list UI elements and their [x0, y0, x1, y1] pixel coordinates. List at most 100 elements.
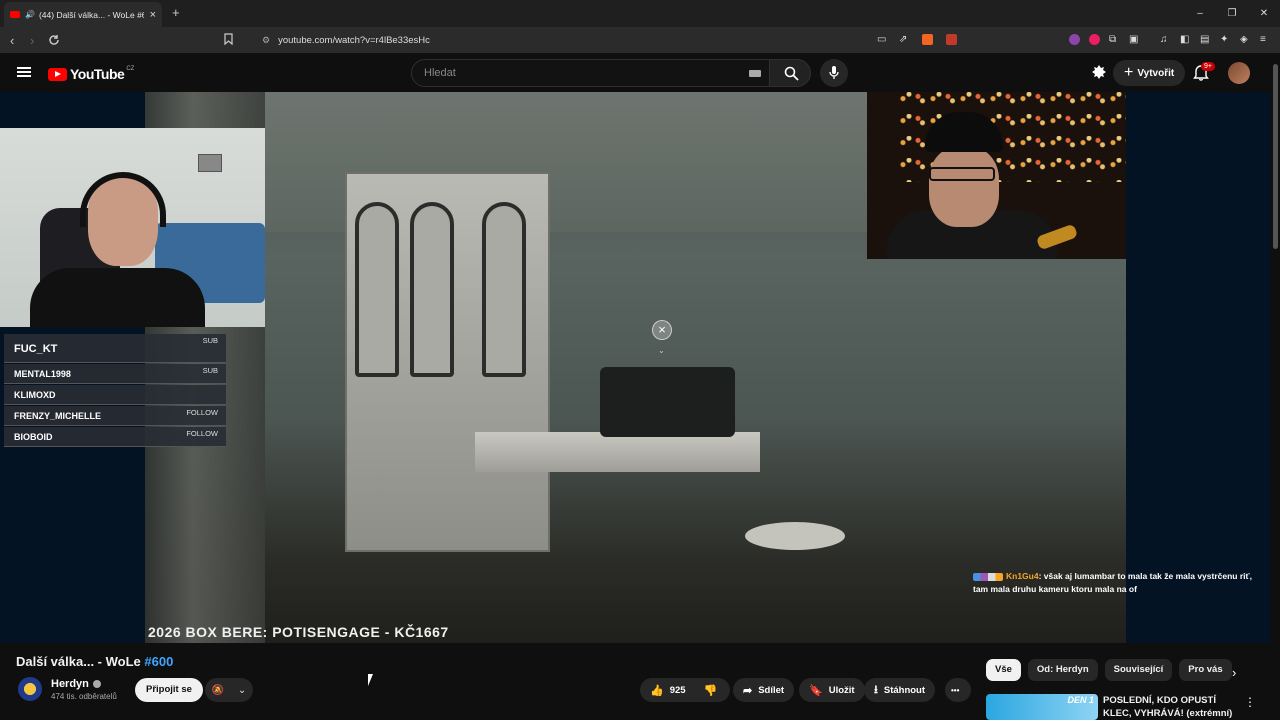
chip-related[interactable]: Související	[1104, 659, 1173, 681]
stream-promo-text: 2026 BOX BERE: POTISENGAGE - KČ1667	[148, 624, 449, 640]
overlay-caret-icon[interactable]: ⌄	[658, 346, 665, 355]
stream-chat-message: Kn1Gu4: však aj lumambar to mala tak že …	[973, 570, 1263, 595]
filter-chips: Vše Od: Herdyn Související Pro vás	[986, 659, 1239, 681]
event-item: FUC_KT SUB	[4, 334, 226, 363]
chips-next-chevron-icon[interactable]: ›	[1232, 665, 1236, 680]
voice-search-button[interactable]	[820, 59, 848, 87]
leo-icon[interactable]: ✦	[1220, 34, 1228, 45]
vpn-icon[interactable]: ◈	[1240, 34, 1248, 45]
verified-icon	[92, 680, 101, 689]
chat-badges-icon	[973, 572, 1003, 581]
window-controls: – ❐ ✕	[1184, 0, 1280, 27]
microphone-icon	[829, 66, 839, 79]
save-button[interactable]: 🔖 Uložit	[799, 678, 865, 702]
minimize-button[interactable]: –	[1184, 0, 1216, 27]
media-icon[interactable]: ♫	[1160, 34, 1168, 45]
account-avatar[interactable]	[1228, 62, 1250, 84]
brave-rewards-icon[interactable]	[946, 34, 957, 45]
channel-name[interactable]: Herdyn	[51, 678, 89, 690]
event-action: SUB	[202, 336, 218, 345]
page-scrollbar[interactable]	[1270, 54, 1280, 720]
channel-avatar[interactable]	[18, 677, 42, 701]
subscription-notifications-button[interactable]: 🔕 ⌄	[205, 678, 253, 702]
extension-3-icon[interactable]: ⧉	[1109, 34, 1116, 45]
subscriber-count: 474 tis. odběratelů	[51, 692, 117, 701]
next-video-thumbnail[interactable]: DEN 1	[986, 694, 1098, 720]
studio-icon[interactable]	[1090, 63, 1108, 81]
chat-nick: Kn1Gu4	[1006, 571, 1039, 581]
bookmark-icon[interactable]	[224, 33, 233, 45]
scrollbar-thumb[interactable]	[1273, 64, 1278, 249]
next-video-menu-icon[interactable]: ⋮	[1244, 695, 1256, 709]
brave-shield-icon[interactable]	[922, 34, 933, 45]
browser-toolbar: ‹ › ⚙ youtube.com/watch?v=r4lBe33esHc ▭ …	[0, 27, 1280, 54]
youtube-header: YouTube CZ + Vytvořit 9+	[0, 54, 1280, 92]
search-box	[411, 59, 770, 87]
scene-wardrobe	[345, 172, 550, 552]
cast-icon[interactable]: ▭	[877, 34, 886, 45]
speaker-icon[interactable]: 🔊	[25, 10, 35, 19]
video-title-text: Další válka... - WoLe	[16, 654, 145, 669]
like-icon[interactable]: 👍	[650, 684, 664, 697]
create-label: Vytvořit	[1137, 67, 1175, 79]
download-label: Stáhnout	[883, 684, 926, 696]
address-field[interactable]: ⚙ youtube.com/watch?v=r4lBe33esHc	[262, 31, 962, 50]
chip-for-you[interactable]: Pro vás	[1179, 659, 1232, 681]
close-window-button[interactable]: ✕	[1248, 0, 1280, 27]
create-button[interactable]: + Vytvořit	[1113, 60, 1186, 86]
event-action: FOLLOW	[186, 408, 218, 417]
search-input[interactable]	[424, 67, 724, 79]
bell-off-icon: 🔕	[211, 684, 225, 696]
join-button[interactable]: Připojit se	[135, 678, 203, 702]
video-hashtag[interactable]: #600	[144, 654, 173, 669]
browser-tab[interactable]: 🔊 (44) Další válka... - WoLe #60 ×	[4, 2, 162, 27]
extension-1-icon[interactable]	[1069, 34, 1080, 45]
event-name: MENTAL1998	[14, 369, 71, 379]
event-name: BIOBOID	[14, 432, 53, 442]
download-button[interactable]: ⭳ Stáhnout	[864, 678, 936, 702]
chip-all[interactable]: Vše	[986, 659, 1021, 681]
extension-2-icon[interactable]	[1089, 34, 1100, 45]
more-actions-button[interactable]: •••	[945, 678, 971, 702]
new-tab-button[interactable]: +	[172, 5, 180, 20]
youtube-logo[interactable]: YouTube CZ	[48, 66, 134, 82]
search-icon	[784, 66, 799, 81]
share-page-icon[interactable]: ⇗	[899, 34, 907, 45]
wallet-icon[interactable]: ▤	[1200, 34, 1209, 45]
mouse-cursor	[368, 674, 373, 686]
next-video-title[interactable]: POSLEDNÍ, KDO OPUSTÍ KLEC, VYHRÁVÁ! (ext…	[1103, 694, 1243, 720]
tab-close-icon[interactable]: ×	[150, 9, 156, 21]
share-label: Sdílet	[758, 684, 785, 696]
sidebar-toggle-icon[interactable]: ◧	[1180, 34, 1189, 45]
back-icon[interactable]: ‹	[10, 33, 14, 48]
event-item: FRENZY_MICHELLE FOLLOW	[4, 406, 226, 426]
share-button[interactable]: ➦ Sdílet	[733, 678, 795, 702]
hamburger-menu-icon[interactable]	[17, 67, 31, 77]
site-info-icon[interactable]: ⚙	[262, 35, 270, 46]
like-dislike-group: 👍 925 👎	[640, 678, 730, 702]
event-item: BIOBOID FOLLOW	[4, 427, 226, 447]
maximize-button[interactable]: ❐	[1216, 0, 1248, 27]
video-title: Další válka... - WoLe #600	[16, 654, 173, 669]
event-name: KLIMOXD	[14, 390, 56, 400]
chip-from-channel[interactable]: Od: Herdyn	[1027, 659, 1098, 681]
dislike-icon[interactable]: 👎	[704, 684, 718, 697]
event-name: FRENZY_MICHELLE	[14, 411, 102, 421]
like-count[interactable]: 925	[670, 685, 686, 696]
menu-icon[interactable]: ≡	[1260, 34, 1266, 45]
event-action: FOLLOW	[186, 429, 218, 438]
channel-name-row[interactable]: Herdyn	[51, 678, 101, 690]
extension-4-icon[interactable]: ▣	[1129, 34, 1138, 45]
guest-webcam	[867, 92, 1126, 259]
event-item: MENTAL1998 SUB	[4, 364, 226, 384]
keyboard-icon[interactable]	[749, 70, 761, 77]
url-text: youtube.com/watch?v=r4lBe33esHc	[278, 35, 430, 46]
overlay-close-icon[interactable]: ×	[652, 320, 672, 340]
reload-icon[interactable]	[48, 34, 60, 46]
search-button[interactable]	[769, 59, 811, 87]
tab-title: (44) Další válka... - WoLe #60	[38, 9, 144, 20]
scene-stool	[745, 522, 845, 550]
forward-icon[interactable]: ›	[30, 33, 34, 48]
save-label: Uložit	[828, 684, 855, 696]
stream-events-list: FUC_KT SUB MENTAL1998 SUB KLIMOXD FRENZY…	[4, 334, 226, 448]
